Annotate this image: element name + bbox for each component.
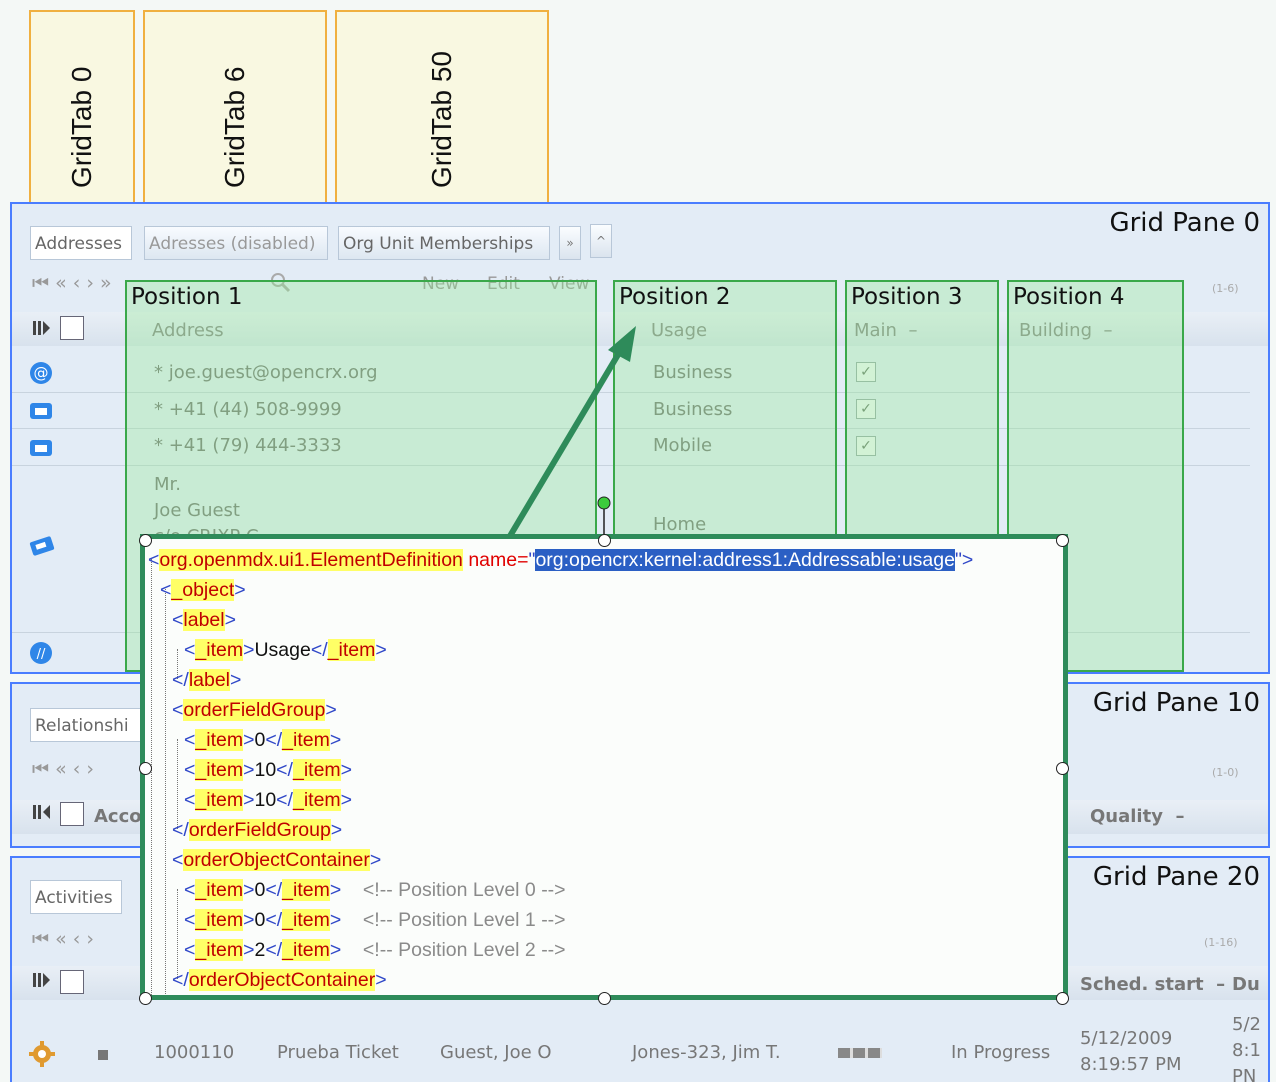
resize-handle[interactable] <box>139 992 152 1005</box>
code-line-object: <_object> <box>160 579 246 601</box>
code-line-ooc-open: <orderObjectContainer> <box>172 849 382 871</box>
code-line-ooc-close: </orderObjectContainer> <box>172 969 387 991</box>
resize-handle[interactable] <box>139 534 152 547</box>
code-line-label-close: </label> <box>172 669 242 691</box>
resize-handle[interactable] <box>598 534 611 547</box>
resize-handle[interactable] <box>1056 534 1069 547</box>
code-line-ofg-item: <_item>0</_item> <box>184 729 342 751</box>
code-line-ofg-item: <_item>10</_item> <box>184 759 353 781</box>
resize-handle[interactable] <box>1056 762 1069 775</box>
code-line-ofg-open: <orderFieldGroup> <box>172 699 337 721</box>
xml-code-popup: <org.openmdx.ui1.ElementDefinition name=… <box>140 534 1068 1000</box>
code-line-ooc-item: <_item>0</_item> <!-- Position Level 0 -… <box>184 879 566 901</box>
code-line-ooc-item: <_item>0</_item> <!-- Position Level 1 -… <box>184 909 566 931</box>
resize-handle[interactable] <box>1056 992 1069 1005</box>
code-line-usage-item: <_item>Usage</_item> <box>184 639 387 661</box>
code-line-ooc-item: <_item>2</_item> <!-- Position Level 2 -… <box>184 939 566 961</box>
code-line-label-open: <label> <box>172 609 236 631</box>
code-line-ofg-close: </orderFieldGroup> <box>172 819 343 841</box>
code-line-element-definition: <org.openmdx.ui1.ElementDefinition name=… <box>148 549 974 571</box>
resize-handle[interactable] <box>139 762 152 775</box>
resize-handle[interactable] <box>598 992 611 1005</box>
code-line-ofg-item: <_item>10</_item> <box>184 789 353 811</box>
